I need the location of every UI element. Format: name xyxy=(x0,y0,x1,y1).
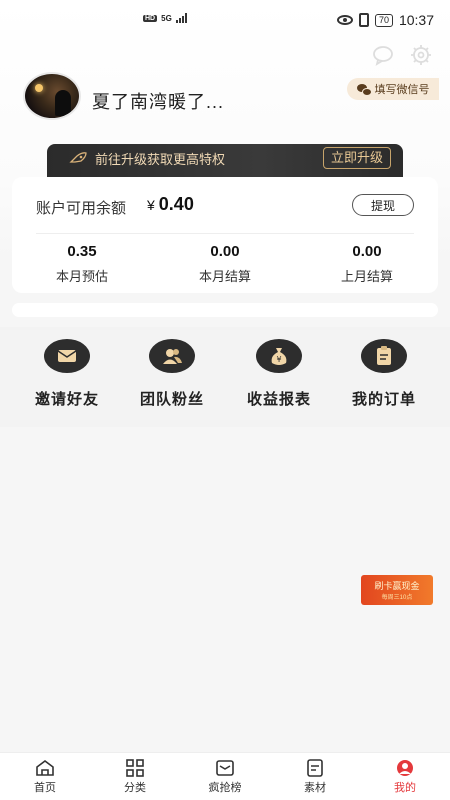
currency-symbol: ¥ xyxy=(147,197,155,213)
hd-badge: HD xyxy=(143,14,158,22)
withdraw-button[interactable]: 提现 xyxy=(352,194,414,216)
menu-invite-friends[interactable]: 邀请好友 xyxy=(17,339,117,409)
nav-label: 我的 xyxy=(394,781,416,794)
user-icon xyxy=(397,759,413,776)
envelope-icon xyxy=(44,339,90,373)
nav-ranking[interactable]: 疯抢榜 xyxy=(180,753,270,800)
menu-label: 邀请好友 xyxy=(34,391,99,408)
money-bag-icon: ¥ xyxy=(256,339,302,373)
stat-label: 上月结算 xyxy=(340,269,393,284)
eye-icon xyxy=(336,15,353,25)
nav-label: 首页 xyxy=(34,781,56,794)
fill-wechat-button[interactable]: 填写微信号 xyxy=(347,78,439,100)
message-icon[interactable] xyxy=(372,44,394,66)
upgrade-text: 前往升级获取更高特权 xyxy=(95,151,226,167)
stat-this-month-settled[interactable]: 0.00 本月结算 xyxy=(165,243,285,285)
stat-last-month-settled[interactable]: 0.00 上月结算 xyxy=(307,243,427,285)
nav-material[interactable]: 素材 xyxy=(270,753,360,800)
battery-indicator: 70 xyxy=(374,13,393,27)
gear-icon[interactable] xyxy=(410,44,432,66)
status-bar: HD 5G 70 10:37 xyxy=(0,0,450,40)
network-indicator: HD 5G xyxy=(143,13,187,23)
menu-label: 收益报表 xyxy=(246,391,311,408)
ad-subtitle: 每周三10点 xyxy=(381,595,413,601)
menu-label: 团队粉丝 xyxy=(139,391,204,408)
upgrade-banner[interactable]: 前往升级获取更高特权 立即升级 xyxy=(47,144,403,180)
nav-label: 分类 xyxy=(124,781,146,794)
blank-card xyxy=(12,303,438,317)
people-icon xyxy=(149,339,195,373)
balance-value: ¥0.40 xyxy=(147,194,194,215)
avatar[interactable] xyxy=(23,72,81,120)
ad-title: 刷卡赢现金 xyxy=(374,581,420,591)
material-icon xyxy=(307,758,323,777)
clock: 10:37 xyxy=(398,12,434,28)
user-nickname: 夏了南湾暖了... xyxy=(92,92,225,112)
nav-home[interactable]: 首页 xyxy=(0,753,90,800)
stat-value: 0.00 xyxy=(210,243,240,260)
wechat-icon xyxy=(356,83,372,96)
rocket-icon xyxy=(69,152,87,163)
network-type: 5G xyxy=(161,13,172,23)
svg-text:¥: ¥ xyxy=(276,355,281,364)
stat-value: 0.35 xyxy=(67,243,97,260)
grid-icon xyxy=(126,758,144,777)
menu-my-orders[interactable]: 我的订单 xyxy=(334,339,434,409)
balance-amount: 0.40 xyxy=(158,194,194,214)
clipboard-icon xyxy=(361,339,407,373)
nav-category[interactable]: 分类 xyxy=(90,753,180,800)
stat-this-month-estimate[interactable]: 0.35 本月预估 xyxy=(22,243,142,285)
stat-label: 本月结算 xyxy=(198,269,251,284)
ranking-icon xyxy=(216,759,234,776)
nav-label: 疯抢榜 xyxy=(208,781,242,794)
promo-ad-banner[interactable]: 刷卡赢现金 每周三10点 xyxy=(361,575,433,605)
divider xyxy=(36,233,414,234)
bottom-nav: 首页 分类 疯抢榜 素材 我的 xyxy=(0,752,450,800)
nav-mine[interactable]: 我的 xyxy=(360,753,450,800)
stat-value: 0.00 xyxy=(352,243,382,260)
balance-label: 账户可用余额 xyxy=(36,200,127,217)
menu-label: 我的订单 xyxy=(351,391,416,408)
menu-earnings-report[interactable]: ¥ 收益报表 xyxy=(229,339,329,409)
upgrade-now-button[interactable]: 立即升级 xyxy=(322,147,391,169)
balance-card: 账户可用余额 ¥0.40 提现 0.35 本月预估 0.00 本月结算 0.00… xyxy=(12,177,438,293)
nav-label: 素材 xyxy=(304,781,326,794)
stat-label: 本月预估 xyxy=(55,269,108,284)
vibrate-icon xyxy=(358,13,369,27)
home-icon xyxy=(36,759,54,776)
menu-team-fans[interactable]: 团队粉丝 xyxy=(122,339,222,409)
fill-wechat-label: 填写微信号 xyxy=(374,84,430,96)
signal-icon xyxy=(175,13,187,23)
